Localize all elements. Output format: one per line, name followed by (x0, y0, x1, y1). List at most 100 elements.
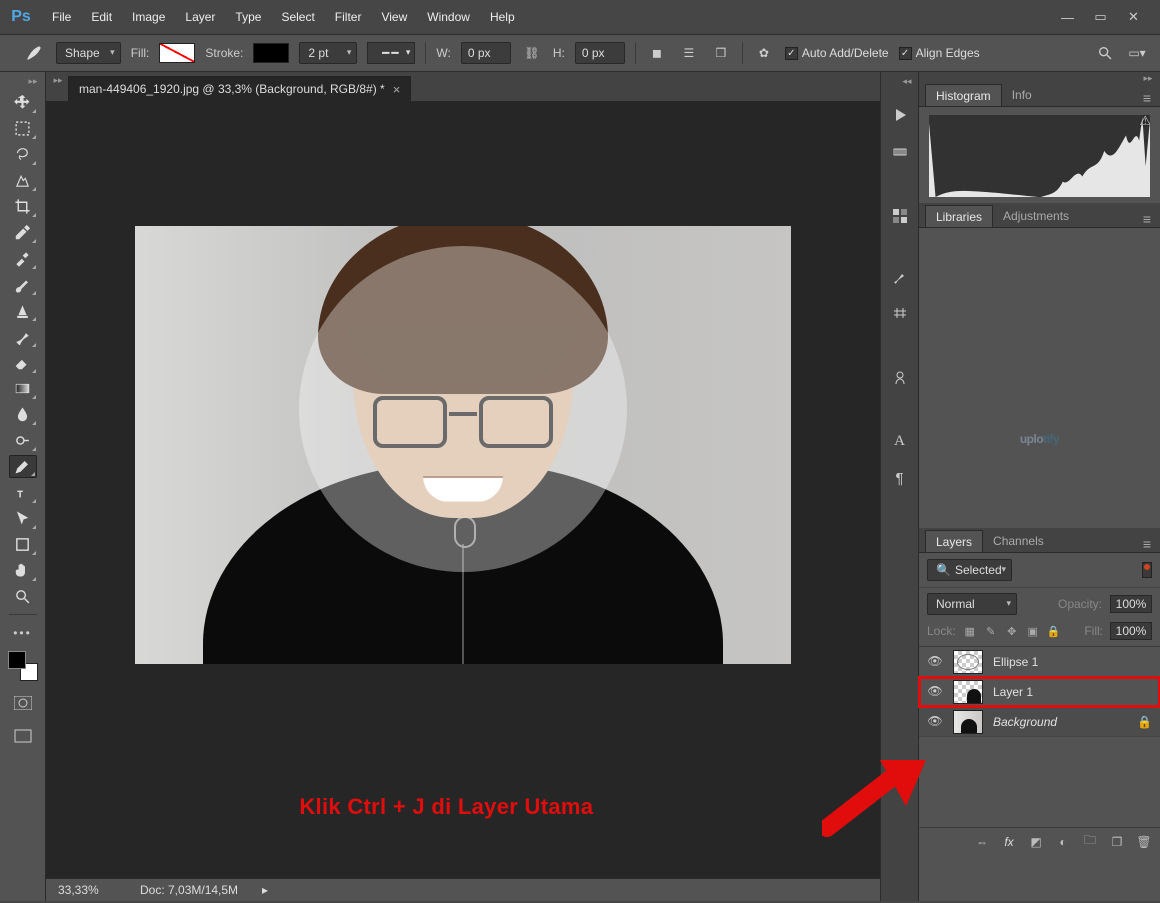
brushes-panel-icon[interactable] (889, 265, 911, 287)
character-panel-icon[interactable]: A (889, 430, 911, 452)
menu-edit[interactable]: Edit (81, 4, 122, 30)
visibility-toggle-icon[interactable]: 👁 (927, 714, 943, 730)
path-arrangement-icon[interactable]: ❒ (710, 42, 732, 64)
eraser-tool[interactable] (9, 351, 37, 374)
hand-tool[interactable] (9, 559, 37, 582)
swatches-panel-icon[interactable] (889, 205, 911, 227)
shape-width-field[interactable]: 0 px (461, 42, 511, 64)
histogram-warning-icon[interactable]: ⚠ (1139, 113, 1151, 129)
window-close-button[interactable]: ✕ (1123, 10, 1144, 25)
layer-thumbnail[interactable] (953, 710, 983, 734)
paragraph-panel-icon[interactable]: ¶ (889, 467, 911, 489)
type-tool[interactable]: T (9, 481, 37, 504)
align-edges-checkbox[interactable]: ✓Align Edges (899, 46, 980, 60)
adjustments-tab[interactable]: Adjustments (993, 205, 1079, 227)
shape-tool[interactable] (9, 533, 37, 556)
eyedropper-tool[interactable] (9, 221, 37, 244)
tool-preset-picker[interactable] (22, 41, 46, 65)
healing-brush-tool[interactable] (9, 247, 37, 270)
menu-filter[interactable]: Filter (325, 4, 372, 30)
layer-name[interactable]: Background (993, 715, 1127, 729)
doc-info-more-icon[interactable]: ▸ (262, 883, 268, 897)
layers-panel-menu-icon[interactable]: ≡ (1140, 536, 1154, 552)
new-layer-icon[interactable]: ❐ (1109, 834, 1125, 850)
layer-mask-icon[interactable]: ◩ (1028, 834, 1044, 850)
layer-row-ellipse[interactable]: 👁 Ellipse 1 (919, 647, 1160, 677)
pen-tool[interactable] (9, 455, 37, 478)
quick-select-tool[interactable] (9, 169, 37, 192)
zoom-level[interactable]: 33,33% (58, 883, 116, 897)
dodge-tool[interactable] (9, 429, 37, 452)
gear-icon[interactable]: ✿ (753, 42, 775, 64)
window-minimize-button[interactable]: — (1057, 10, 1078, 25)
menu-view[interactable]: View (371, 4, 417, 30)
document-tab[interactable]: man-449406_1920.jpg @ 33,3% (Background,… (68, 76, 411, 101)
canvas[interactable]: Klik Ctrl + J di Layer Utama (46, 101, 880, 878)
shape-height-field[interactable]: 0 px (575, 42, 625, 64)
dock-expand-icon[interactable]: ◂◂ (901, 76, 913, 86)
play-panel-icon[interactable] (889, 104, 911, 126)
layers-tab[interactable]: Layers (925, 530, 983, 552)
auto-add-delete-checkbox[interactable]: ✓Auto Add/Delete (785, 46, 889, 60)
lasso-tool[interactable] (9, 143, 37, 166)
info-tab[interactable]: Info (1002, 84, 1042, 106)
window-maximize-button[interactable]: ▭ (1090, 10, 1111, 25)
foreground-background-colors[interactable] (8, 651, 38, 681)
layer-name[interactable]: Layer 1 (993, 685, 1152, 699)
libraries-panel-menu-icon[interactable]: ≡ (1140, 211, 1154, 227)
layer-group-icon[interactable]: 🗀 (1082, 834, 1098, 850)
blend-mode-dropdown[interactable]: Normal (927, 593, 1017, 615)
blur-tool[interactable] (9, 403, 37, 426)
brush-tool[interactable] (9, 273, 37, 296)
fill-color-swatch[interactable] (159, 43, 195, 63)
shape-mode-dropdown[interactable]: Shape (56, 42, 121, 64)
opacity-field[interactable]: 100% (1110, 595, 1152, 613)
edit-toolbar-button[interactable]: ••• (9, 621, 37, 644)
close-tab-icon[interactable]: × (393, 82, 401, 97)
clone-stamp-tool[interactable] (9, 299, 37, 322)
link-dimensions-icon[interactable]: ⛓ (521, 42, 543, 64)
layer-thumbnail[interactable] (953, 680, 983, 704)
layer-thumbnail[interactable] (953, 650, 983, 674)
lock-artboard-icon[interactable]: ▣ (1026, 624, 1040, 638)
tools-expand-icon[interactable]: ▸▸ (27, 76, 39, 86)
fill-opacity-field[interactable]: 100% (1110, 622, 1152, 640)
clone-source-panel-icon[interactable] (889, 366, 911, 388)
histogram-panel-menu-icon[interactable]: ≡ (1140, 90, 1154, 106)
lock-transparency-icon[interactable]: ▦ (963, 624, 977, 638)
menu-type[interactable]: Type (225, 4, 271, 30)
libraries-tab[interactable]: Libraries (925, 205, 993, 227)
zoom-tool[interactable] (9, 585, 37, 608)
quick-mask-toggle[interactable] (9, 692, 37, 714)
layer-style-icon[interactable]: fx (1001, 834, 1017, 850)
doc-tabs-expand-icon[interactable]: ▸▸ (52, 75, 64, 85)
workspace-switcher-icon[interactable]: ▭▾ (1126, 42, 1148, 64)
history-brush-tool[interactable] (9, 325, 37, 348)
measure-panel-icon[interactable] (889, 141, 911, 163)
path-select-tool[interactable] (9, 507, 37, 530)
layer-row-background[interactable]: 👁 Background 🔒 (919, 707, 1160, 737)
search-icon[interactable] (1094, 42, 1116, 64)
adjustment-layer-icon[interactable]: ◐ (1055, 834, 1071, 850)
lock-position-icon[interactable]: ✥ (1005, 624, 1019, 638)
layers-filter-toggle[interactable] (1142, 562, 1152, 578)
crop-tool[interactable] (9, 195, 37, 218)
stroke-type-dropdown[interactable]: ━━ (367, 42, 415, 64)
menu-window[interactable]: Window (417, 4, 480, 30)
gradient-tool[interactable] (9, 377, 37, 400)
menu-file[interactable]: File (42, 4, 81, 30)
move-tool[interactable] (9, 91, 37, 114)
marquee-tool[interactable] (9, 117, 37, 140)
lock-all-icon[interactable]: 🔒 (1047, 624, 1061, 638)
channels-tab[interactable]: Channels (983, 530, 1054, 552)
screen-mode-button[interactable] (9, 725, 37, 747)
stroke-width-field[interactable]: 2 pt (299, 42, 357, 64)
delete-layer-icon[interactable]: 🗑 (1136, 834, 1152, 850)
layers-filter-dropdown[interactable]: 🔍Selected (927, 559, 1012, 581)
histogram-tab[interactable]: Histogram (925, 84, 1002, 106)
lock-pixels-icon[interactable]: ✎ (984, 624, 998, 638)
menu-layer[interactable]: Layer (175, 4, 225, 30)
menu-image[interactable]: Image (122, 4, 175, 30)
visibility-toggle-icon[interactable]: 👁 (927, 654, 943, 670)
menu-select[interactable]: Select (271, 4, 324, 30)
